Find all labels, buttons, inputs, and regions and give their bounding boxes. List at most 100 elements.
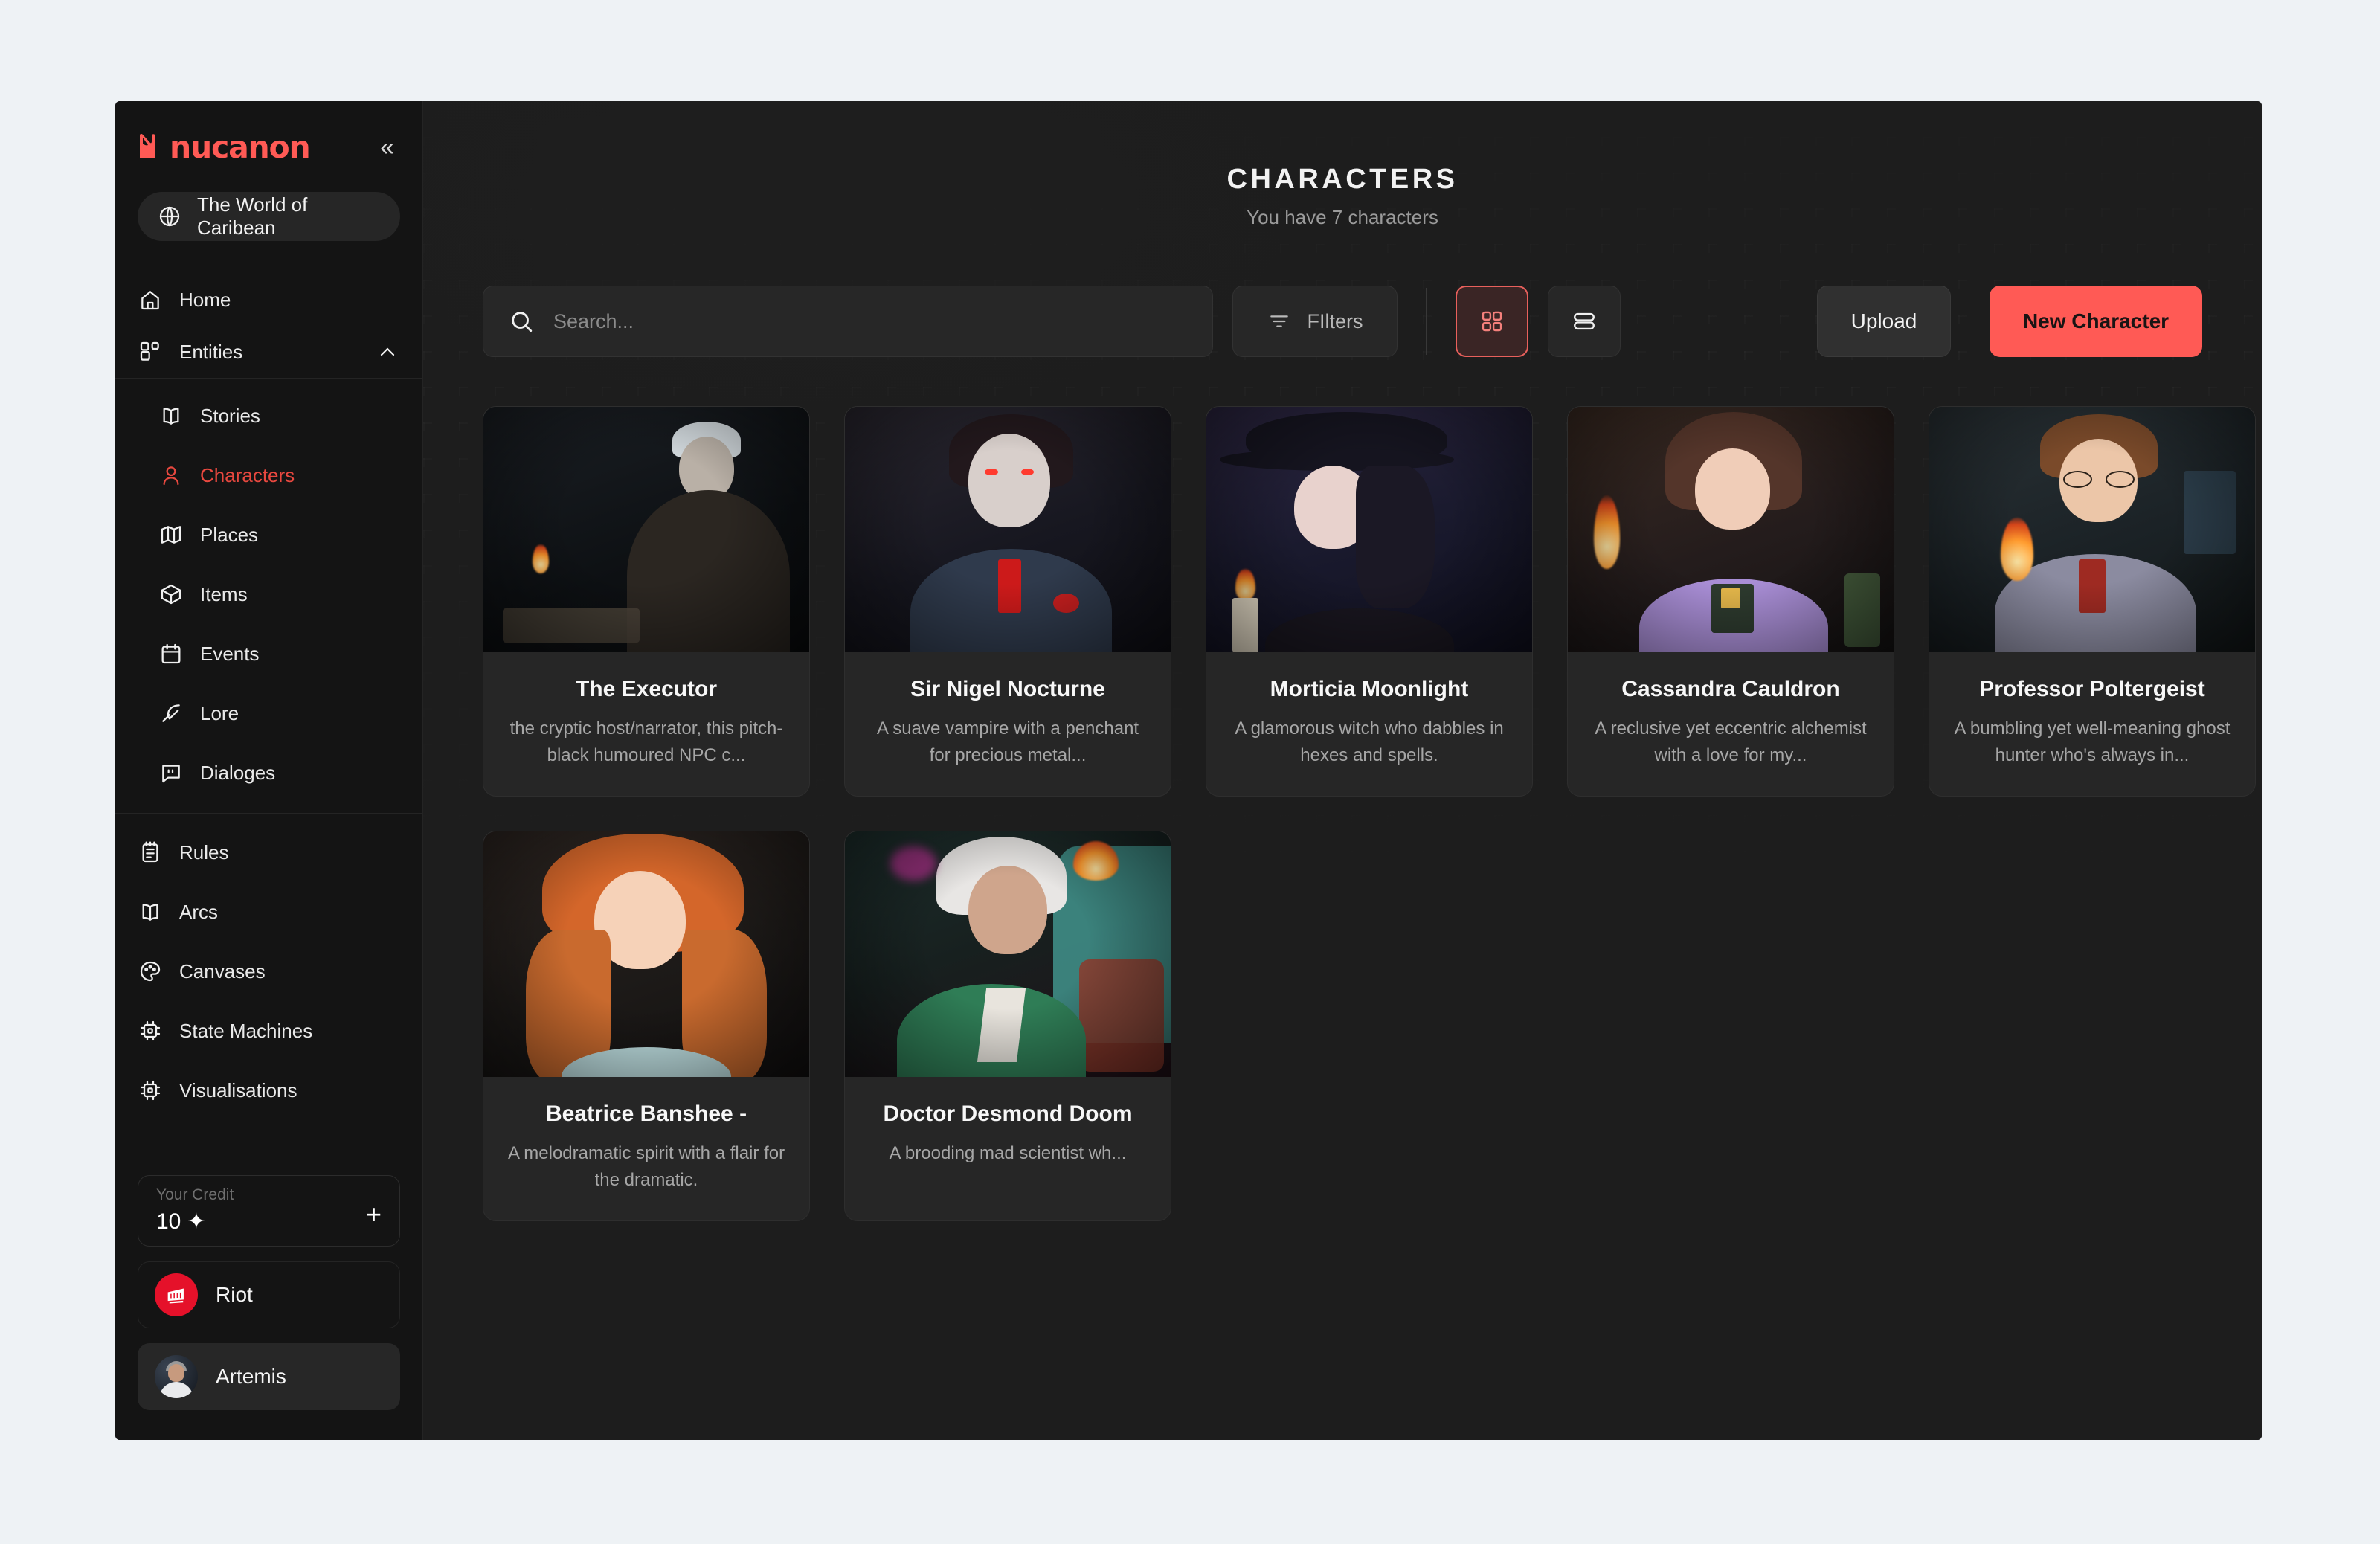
home-icon [138,287,163,312]
character-info: Professor Poltergeist A bumbling yet wel… [1929,652,2255,796]
sidebar-item-stories[interactable]: Stories [115,386,422,445]
sidebar-item-label: Lore [200,701,239,724]
user-icon [158,463,184,488]
character-image [483,831,809,1077]
character-name: Beatrice Banshee - [545,1101,747,1126]
upload-label: Upload [1850,309,1917,332]
new-character-button[interactable]: New Character [1990,286,2202,357]
search-input[interactable] [553,309,1187,333]
character-description: A reclusive yet eccentric alchemist with… [1595,718,1867,765]
sidebar-item-label: Canvases [179,959,266,982]
main-content: CHARACTERS You have 7 characters FIlters [423,101,2262,1440]
sidebar-item-label: Arcs [179,900,218,923]
new-character-label: New Character [2022,309,2170,332]
sidebar-item-entities[interactable]: Entities [115,326,422,378]
map-icon [158,522,184,547]
sidebar-item-home[interactable]: Home [115,274,422,326]
message-quote-icon [158,760,184,785]
account-name: Artemis [216,1365,286,1388]
page-title: CHARACTERS [1226,164,1458,195]
character-description: A bumbling yet well-meaning ghost hunter… [1954,718,2231,765]
brand-name: nucanon [170,129,311,165]
view-toggle-grid[interactable] [1456,286,1528,357]
sidebar-top: nucanon « The World of Caribean [115,101,422,241]
filters-button[interactable]: FIlters [1232,286,1398,357]
character-info: Morticia Moonlight A glamorous witch who… [1206,652,1532,796]
page-subtitle: You have 7 characters [1247,206,1438,228]
character-info: Beatrice Banshee - A melodramatic spirit… [483,1077,809,1220]
character-card[interactable]: The Executor the cryptic host/narrator, … [483,406,810,797]
toolbar: FIlters Upload [483,286,2202,357]
sidebar-item-rules[interactable]: Rules [115,823,422,882]
sidebar-item-canvases[interactable]: Canvases [115,942,422,1001]
sidebar-item-label: Entities [179,340,243,363]
palette-icon [138,959,163,984]
character-name: Doctor Desmond Doom [883,1101,1133,1126]
sidebar-nav: Home Entities Stories Characters Places … [115,274,422,1120]
grid-icon [1479,309,1505,334]
sparkle-icon: ✦ [187,1209,206,1234]
character-name: Cassandra Cauldron [1621,677,1840,701]
sidebar-item-arcs[interactable]: Arcs [115,882,422,942]
sidebar-item-label: Rules [179,840,229,863]
plus-icon[interactable]: + [366,1201,382,1228]
sidebar-item-characters[interactable]: Characters [115,445,422,505]
filters-label: FIlters [1307,309,1363,332]
sidebar-item-state-machines[interactable]: State Machines [115,1001,422,1061]
character-name: The Executor [575,677,718,701]
character-image [845,407,1171,652]
filter-icon [1267,309,1292,334]
search-box[interactable] [483,286,1213,357]
view-toggle-list[interactable] [1548,286,1621,357]
account-artemis[interactable]: Artemis [138,1343,400,1410]
character-card[interactable]: Morticia Moonlight A glamorous witch who… [1206,406,1533,797]
account-name: Riot [216,1283,253,1306]
character-info: Sir Nigel Nocturne A suave vampire with … [845,652,1171,796]
character-info: Cassandra Cauldron A reclusive yet eccen… [1568,652,1894,796]
sidebar-item-label: Visualisations [179,1078,298,1101]
box-icon [158,582,184,607]
sidebar-item-label: State Machines [179,1019,313,1042]
sidebar-item-label: Places [200,523,259,546]
character-card[interactable]: Sir Nigel Nocturne A suave vampire with … [844,406,1171,797]
character-image [845,831,1171,1077]
credit-box[interactable]: Your Credit 10 ✦ + [138,1175,400,1247]
sidebar-item-lore[interactable]: Lore [115,683,422,743]
character-name: Morticia Moonlight [1270,677,1469,701]
sidebar-item-items[interactable]: Items [115,564,422,624]
character-name: Sir Nigel Nocturne [910,677,1105,701]
sidebar-item-label: Home [179,288,231,311]
credit-value-row: 10 ✦ [156,1209,382,1235]
credit-label: Your Credit [156,1186,234,1203]
sidebar-item-visualisations[interactable]: Visualisations [115,1061,422,1120]
sidebar-item-label: Items [200,582,248,605]
search-icon [509,309,534,334]
character-image [1929,407,2255,652]
page-header: CHARACTERS You have 7 characters [423,101,2262,229]
workspace-switcher[interactable]: The World of Caribean [138,192,400,241]
character-card[interactable]: Doctor Desmond Doom A brooding mad scien… [844,831,1171,1221]
character-image [1206,407,1532,652]
sidebar-item-dialoges[interactable]: Dialoges [115,743,422,802]
globe-icon [157,204,182,229]
sidebar-item-events[interactable]: Events [115,624,422,683]
calendar-icon [158,641,184,666]
character-card[interactable]: Beatrice Banshee - A melodramatic spirit… [483,831,810,1221]
brand-logo[interactable]: nucanon [138,129,311,165]
app-window: nucanon « The World of Caribean Home Ent… [115,101,2262,1440]
avatar [155,1355,198,1398]
chevrons-left-icon[interactable]: « [374,132,400,163]
book-open-icon [158,403,184,428]
character-card[interactable]: Professor Poltergeist A bumbling yet wel… [1929,406,2256,797]
character-grid: The Executor the cryptic host/narrator, … [483,406,2256,1221]
sidebar-item-label: Dialoges [200,761,276,784]
upload-button[interactable]: Upload [1817,286,1951,357]
account-riot[interactable]: Riot [138,1261,400,1328]
sidebar-item-places[interactable]: Places [115,505,422,564]
chip-icon [138,1078,163,1103]
riot-fist-logo-icon [155,1273,198,1316]
character-card[interactable]: Cassandra Cauldron A reclusive yet eccen… [1567,406,1894,797]
character-description: A glamorous witch who dabbles in hexes a… [1235,718,1504,765]
feather-icon [158,701,184,726]
chevron-up-icon[interactable] [375,339,400,364]
